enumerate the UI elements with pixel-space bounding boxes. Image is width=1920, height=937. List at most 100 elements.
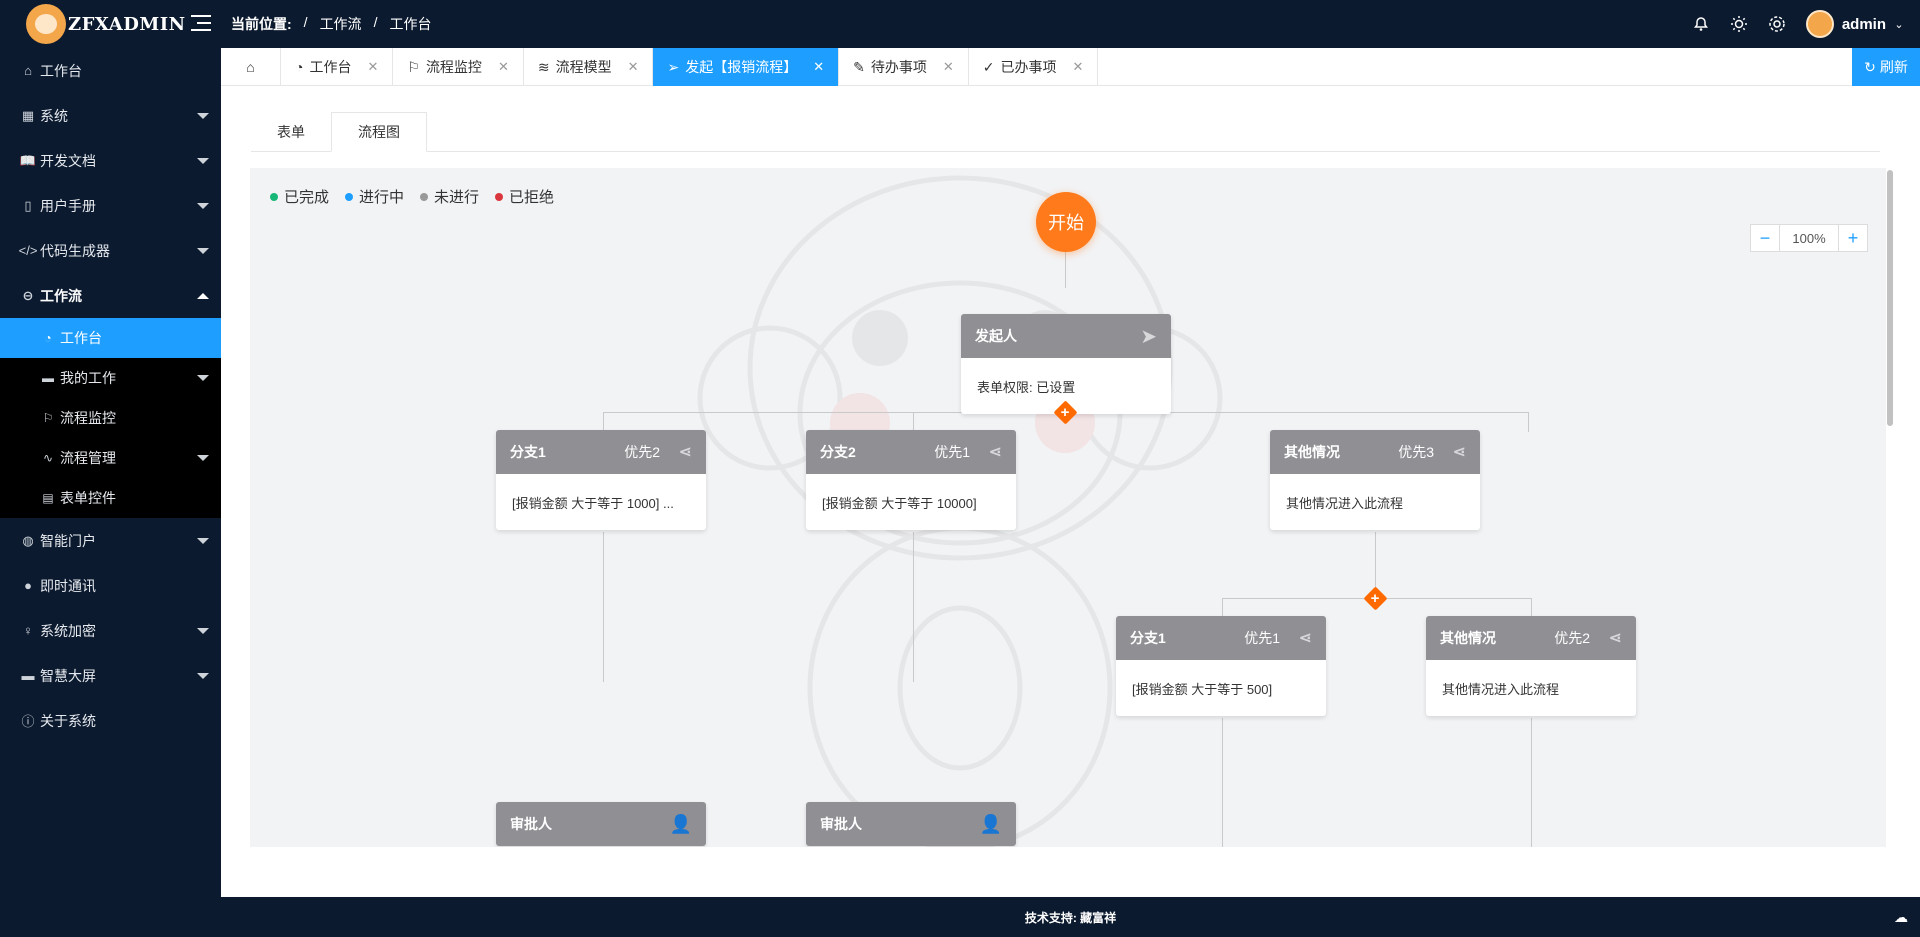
- sidebar-item-label: 系统加密: [40, 622, 96, 639]
- tab-home[interactable]: ⌂: [221, 48, 281, 86]
- menu-toggle-icon[interactable]: [191, 15, 211, 31]
- connector-line: [603, 412, 604, 432]
- sidebar-item-instant-messaging[interactable]: ● 即时通讯: [0, 563, 221, 608]
- node-header: 分支1 优先2 ⋖: [496, 430, 706, 474]
- sidebar-subitem-process-management[interactable]: ∿ 流程管理: [0, 438, 221, 478]
- chat-icon: ●: [24, 578, 32, 593]
- caret-down-icon: [197, 673, 209, 679]
- chevron-down-icon[interactable]: ⌄: [1890, 15, 1908, 33]
- sidebar-item-label: 工作流: [40, 287, 82, 304]
- breadcrumb-item-workflow[interactable]: 工作流: [320, 14, 362, 34]
- footer: 技术支持: 藏富祥 ☁: [221, 897, 1920, 937]
- cloud-icon[interactable]: ☁: [1894, 909, 1908, 926]
- sidebar-item-dev-docs[interactable]: 📖 开发文档: [0, 138, 221, 183]
- node-title: 分支1: [1130, 630, 1166, 646]
- add-branch-button[interactable]: +: [1052, 399, 1078, 425]
- sidebar-item-label: 即时通讯: [40, 577, 96, 594]
- sidebar-item-system[interactable]: ▦ 系统: [0, 93, 221, 138]
- sidebar-item-smart-portal[interactable]: ◍ 智能门户: [0, 518, 221, 563]
- zoom-control: − 100% +: [1750, 224, 1868, 252]
- sidebar: ZFXADMIN ⌂ 工作台 ▦ 系统 📖 开发文档 ▯ 用户手册 </> 代码…: [0, 0, 221, 937]
- dashboard-icon: ◔: [44, 331, 52, 345]
- breadcrumb: 当前位置: / 工作流 / 工作台: [231, 14, 431, 34]
- node-title: 其他情况: [1284, 444, 1340, 460]
- tab-process-model[interactable]: ≋ 流程模型 ✕: [524, 48, 654, 86]
- caret-down-icon: [197, 158, 209, 164]
- send-icon: ➢: [667, 58, 680, 75]
- breadcrumb-separator: /: [373, 14, 378, 30]
- breadcrumb-item-workbench: 工作台: [389, 16, 432, 32]
- pulse-icon: ∿: [42, 451, 54, 465]
- tab-done[interactable]: ✓ 已办事项 ✕: [969, 48, 1099, 86]
- sidebar-item-system-encryption[interactable]: ♀ 系统加密: [0, 608, 221, 653]
- zoom-out-button[interactable]: −: [1751, 225, 1779, 251]
- grid-icon: ▦: [21, 107, 35, 123]
- sidebar-item-user-manual[interactable]: ▯ 用户手册: [0, 183, 221, 228]
- user-stamp-icon: 👤: [669, 813, 692, 834]
- close-icon[interactable]: ✕: [628, 59, 639, 75]
- close-icon[interactable]: ✕: [813, 59, 824, 75]
- sidebar-item-label: 开发文档: [40, 152, 96, 169]
- sidebar-item-smart-screen[interactable]: ▬ 智慧大屏: [0, 653, 221, 698]
- branch-node[interactable]: 分支2 优先1 ⋖ [报销金额 大于等于 10000]: [806, 430, 1016, 530]
- status-legend: 已完成 进行中 未进行 已拒绝: [270, 186, 554, 207]
- add-branch-button[interactable]: +: [1362, 585, 1388, 611]
- legend-not-started: 未进行: [420, 186, 479, 207]
- close-icon[interactable]: ✕: [498, 59, 509, 75]
- node-header: 其他情况 优先2 ⋖: [1426, 616, 1636, 660]
- approver-node[interactable]: 审批人 👤: [806, 802, 1016, 846]
- zoom-in-button[interactable]: +: [1839, 225, 1867, 251]
- branch-node[interactable]: 分支1 优先1 ⋖ [报销金额 大于等于 500]: [1116, 616, 1326, 716]
- connector-line: [1222, 718, 1223, 847]
- legend-in-progress: 进行中: [345, 186, 404, 207]
- tab-process-monitor[interactable]: ⚐ 流程监控 ✕: [393, 48, 524, 86]
- close-icon[interactable]: ✕: [1073, 59, 1084, 75]
- connector-line: [1528, 412, 1529, 432]
- sidebar-subitem-workbench[interactable]: ◔ 工作台: [0, 318, 221, 358]
- branch-node[interactable]: 分支1 优先2 ⋖ [报销金额 大于等于 1000] ...: [496, 430, 706, 530]
- sidebar-subitem-process-monitor[interactable]: ⚐ 流程监控: [0, 398, 221, 438]
- caret-up-icon: [197, 293, 209, 299]
- dashboard-icon: ◔: [295, 59, 304, 75]
- refresh-button[interactable]: ↻ 刷新: [1852, 48, 1920, 86]
- subtab-form[interactable]: 表单: [251, 112, 331, 152]
- branch-node[interactable]: 其他情况 优先3 ⋖ 其他情况进入此流程: [1270, 430, 1480, 530]
- gear-icon[interactable]: [1768, 15, 1786, 33]
- connector-line: [913, 412, 914, 432]
- caret-down-icon: [197, 248, 209, 254]
- theme-sun-icon[interactable]: [1730, 15, 1748, 33]
- node-title: 分支2: [820, 444, 856, 460]
- sidebar-item-code-generator[interactable]: </> 代码生成器: [0, 228, 221, 273]
- scrollbar-thumb[interactable]: [1887, 170, 1893, 426]
- tab-workbench[interactable]: ◔ 工作台 ✕: [281, 48, 394, 86]
- caret-down-icon: [197, 538, 209, 544]
- avatar[interactable]: [1805, 10, 1834, 38]
- node-priority: 优先1: [934, 444, 970, 460]
- tab-todo[interactable]: ✎ 待办事项 ✕: [839, 48, 969, 86]
- bell-icon[interactable]: [1692, 15, 1710, 33]
- sidebar-subitem-form-controls[interactable]: ▤ 表单控件: [0, 478, 221, 518]
- sidebar-item-label: 表单控件: [60, 490, 116, 506]
- node-title: 审批人: [510, 816, 552, 832]
- close-icon[interactable]: ✕: [943, 59, 954, 75]
- branch-node[interactable]: 其他情况 优先2 ⋖ 其他情况进入此流程: [1426, 616, 1636, 716]
- globe-icon: ◍: [22, 532, 34, 548]
- tab-start-reimbursement[interactable]: ➢ 发起【报销流程】 ✕: [653, 48, 840, 86]
- start-node[interactable]: 开始: [1036, 192, 1096, 252]
- close-icon[interactable]: ✕: [367, 59, 378, 75]
- legend-label: 已拒绝: [509, 189, 555, 206]
- connector-line: [1531, 598, 1532, 618]
- flow-canvas[interactable]: 已完成 进行中 未进行 已拒绝 − 100% + 开始 发起人 ➤ 表单权限: …: [250, 168, 1886, 847]
- info-icon: ⓘ: [21, 714, 35, 729]
- approver-node[interactable]: 审批人 👤: [496, 802, 706, 846]
- sidebar-subitem-my-work[interactable]: ▬ 我的工作: [0, 358, 221, 398]
- user-name[interactable]: admin: [1842, 16, 1886, 33]
- tab-label: 工作台: [309, 59, 352, 75]
- subtab-flowchart[interactable]: 流程图: [331, 112, 427, 152]
- sidebar-item-label: 智能门户: [40, 532, 96, 549]
- logo[interactable]: ZFXADMIN: [0, 0, 221, 48]
- sidebar-item-workbench[interactable]: ⌂ 工作台: [0, 48, 221, 93]
- sidebar-item-about[interactable]: ⓘ 关于系统: [0, 698, 221, 743]
- sidebar-item-workflow[interactable]: ⊖ 工作流: [0, 273, 221, 318]
- initiator-node[interactable]: 发起人 ➤ 表单权限: 已设置: [961, 314, 1171, 414]
